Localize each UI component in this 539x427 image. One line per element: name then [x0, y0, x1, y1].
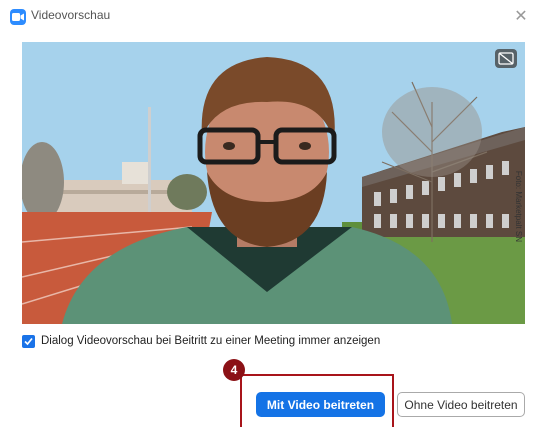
annotation-highlight: [240, 374, 394, 427]
video-preview-dialog: Videovorschau ✕ Foto: Marketpalt SN Dial…: [0, 0, 539, 427]
camera-off-icon[interactable]: [495, 49, 517, 68]
step-number-badge: 4: [223, 359, 245, 381]
join-without-video-button[interactable]: Ohne Video beitreten: [397, 392, 525, 417]
photo-credit: Foto: Marketpalt SN: [514, 170, 523, 242]
always-show-preview-checkbox[interactable]: [22, 334, 35, 348]
always-show-preview-option[interactable]: Dialog Videovorschau bei Beitritt zu ein…: [22, 333, 380, 349]
close-icon[interactable]: ✕: [513, 8, 529, 24]
zoom-app-icon: [10, 9, 26, 25]
camera-feed-image: [22, 42, 525, 324]
always-show-preview-label[interactable]: Dialog Videovorschau bei Beitritt zu ein…: [41, 335, 380, 347]
title-bar: Videovorschau ✕: [0, 0, 539, 34]
video-preview: Foto: Marketpalt SN: [22, 42, 525, 324]
window-title: Videovorschau: [31, 8, 111, 22]
